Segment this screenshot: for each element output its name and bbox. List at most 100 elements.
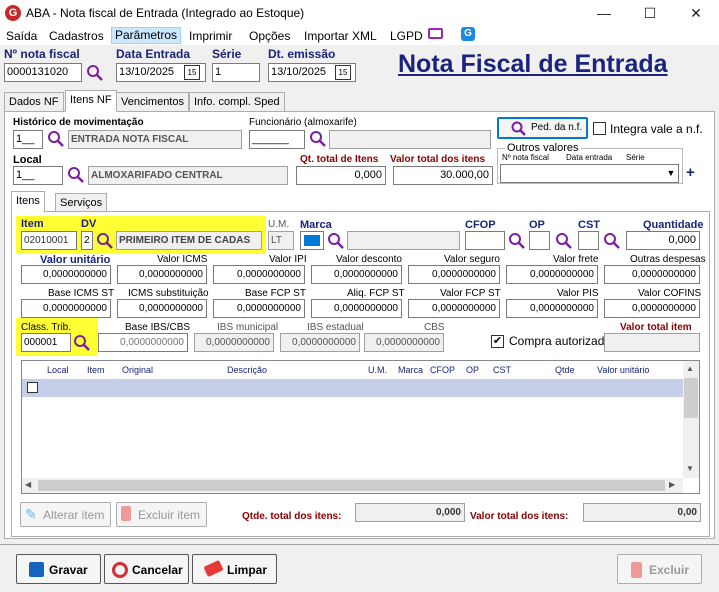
search-icon[interactable]: [47, 130, 65, 148]
grid-col-um[interactable]: U.M.: [368, 365, 387, 375]
scroll-right-icon[interactable]: ▶: [669, 480, 675, 489]
scroll-left-icon[interactable]: ◀: [25, 480, 31, 489]
grid-col-descricao[interactable]: Descrição: [227, 365, 267, 375]
menu-saida[interactable]: Saída: [6, 29, 37, 43]
g-app-icon[interactable]: G: [461, 27, 475, 41]
valor-pis-input[interactable]: 0,0000000000: [506, 299, 598, 318]
marca-input[interactable]: [300, 231, 324, 250]
valor-cofins-label: Valor COFINS: [638, 288, 702, 299]
menu-cadastros[interactable]: Cadastros: [49, 29, 104, 43]
search-icon[interactable]: [67, 166, 85, 184]
cbs-label: CBS: [424, 322, 445, 333]
tab-dados-nf[interactable]: Dados NF: [4, 92, 64, 112]
search-icon[interactable]: [327, 232, 345, 250]
serie-input[interactable]: 1: [212, 63, 260, 82]
search-icon[interactable]: [555, 232, 573, 250]
outros-header-data: Data entrada: [566, 153, 613, 162]
valor-fcp-st-input[interactable]: 0,0000000000: [408, 299, 500, 318]
integra-checkbox[interactable]: [593, 122, 606, 135]
compra-autorizada-checkbox[interactable]: ✔: [491, 335, 504, 348]
tab-info-sped[interactable]: Info. compl. Sped: [189, 92, 285, 112]
grid-col-item[interactable]: Item: [87, 365, 105, 375]
search-icon[interactable]: [309, 130, 327, 148]
chevron-down-icon[interactable]: ▼: [664, 165, 678, 182]
minimize-button[interactable]: —: [581, 0, 627, 26]
cfop-input[interactable]: [465, 231, 505, 250]
icms-subst-input[interactable]: 0,0000000000: [117, 299, 207, 318]
outras-despesas-input[interactable]: 0,0000000000: [604, 265, 700, 284]
page-title: Nota Fiscal de Entrada: [398, 50, 668, 78]
search-icon[interactable]: [508, 232, 526, 250]
valor-cofins-input[interactable]: 0,0000000000: [604, 299, 700, 318]
monitor-icon[interactable]: [428, 28, 443, 39]
app-logo-icon: G: [5, 5, 21, 21]
quantidade-input[interactable]: 0,000: [626, 231, 700, 250]
hist-desc: ENTRADA NOTA FISCAL: [68, 130, 242, 149]
search-icon[interactable]: [86, 64, 104, 82]
hscrollbar-thumb[interactable]: [38, 480, 665, 491]
grid-col-valor-unitario[interactable]: Valor unitário: [597, 365, 649, 375]
valor-seguro-input[interactable]: 0,0000000000: [408, 265, 500, 284]
class-trib-input[interactable]: 000001: [21, 333, 71, 352]
add-icon[interactable]: +: [686, 164, 695, 181]
valor-ipi-input[interactable]: 0,0000000000: [213, 265, 305, 284]
excluir-item-button[interactable]: Excluir item: [116, 502, 207, 527]
base-icms-st-input[interactable]: 0,0000000000: [21, 299, 111, 318]
grid-col-local[interactable]: Local: [47, 365, 69, 375]
nota-input[interactable]: 0000131020: [4, 63, 82, 82]
grid-col-qtde[interactable]: Qtde: [555, 365, 575, 375]
tab-itens-nf[interactable]: Itens NF: [65, 90, 117, 112]
valor-total-itens-label: Valor total dos itens:: [470, 511, 569, 522]
op-input[interactable]: [529, 231, 550, 250]
excluir-item-label: Excluir item: [138, 508, 201, 522]
valor-desconto-input[interactable]: 0,0000000000: [311, 265, 402, 284]
base-fcp-st-input[interactable]: 0,0000000000: [213, 299, 305, 318]
menu-parametros[interactable]: Parâmetros: [111, 27, 182, 44]
grid-col-cfop[interactable]: CFOP: [430, 365, 455, 375]
search-icon[interactable]: [603, 232, 621, 250]
dv-input[interactable]: 2: [81, 231, 93, 250]
scrollbar-thumb[interactable]: [684, 378, 698, 418]
ibs-municipal-value: 0,0000000000: [194, 333, 274, 352]
excluir-button[interactable]: Excluir: [617, 554, 702, 584]
row-checkbox[interactable]: [27, 382, 38, 393]
calendar-icon[interactable]: 15: [335, 65, 351, 80]
grid-col-marca[interactable]: Marca: [398, 365, 423, 375]
local-code-input[interactable]: 1__: [13, 166, 63, 185]
menu-opcoes[interactable]: Opções: [249, 29, 290, 43]
menu-importar-xml[interactable]: Importar XML: [304, 29, 377, 43]
quantidade-label: Quantidade: [643, 219, 704, 231]
item-input[interactable]: 02010001: [21, 231, 77, 250]
cancel-icon: [112, 562, 128, 578]
ped-nf-button[interactable]: Ped. da n.f.: [497, 117, 588, 139]
cancelar-button[interactable]: Cancelar: [104, 554, 189, 584]
valor-icms-input[interactable]: 0,0000000000: [117, 265, 207, 284]
table-row[interactable]: [22, 380, 683, 397]
search-icon[interactable]: [73, 334, 91, 352]
maximize-button[interactable]: ☐: [627, 0, 673, 26]
scroll-down-icon[interactable]: ▼: [686, 464, 694, 473]
limpar-button[interactable]: Limpar: [192, 554, 277, 584]
valor-unitario-input[interactable]: 0,0000000000: [21, 265, 111, 284]
aliq-fcp-st-input[interactable]: 0,0000000000: [311, 299, 402, 318]
search-icon[interactable]: [96, 232, 114, 250]
valor-frete-input[interactable]: 0,0000000000: [506, 265, 598, 284]
cst-input[interactable]: [578, 231, 599, 250]
grid-col-cst[interactable]: CST: [493, 365, 511, 375]
tab-itens[interactable]: Itens: [11, 191, 45, 213]
hist-code-input[interactable]: 1__: [13, 130, 43, 149]
tab-servicos[interactable]: Serviços: [55, 193, 108, 213]
close-button[interactable]: ✕: [673, 0, 719, 26]
scroll-up-icon[interactable]: ▲: [686, 364, 694, 373]
grid-col-original[interactable]: Original: [122, 365, 153, 375]
grid-col-op[interactable]: OP: [466, 365, 479, 375]
alterar-item-button[interactable]: ✎ Alterar item: [20, 502, 111, 527]
calendar-icon[interactable]: 15: [184, 65, 200, 80]
menu-imprimir[interactable]: Imprimir: [189, 29, 232, 43]
gravar-button[interactable]: Gravar: [16, 554, 101, 584]
func-code-input[interactable]: ______: [249, 130, 305, 149]
menu-lgpd[interactable]: LGPD: [390, 29, 423, 43]
outros-valores-select[interactable]: [500, 164, 679, 183]
tab-vencimentos[interactable]: Vencimentos: [116, 92, 189, 112]
base-ibs-cbs-input[interactable]: 0,0000000000: [98, 333, 188, 352]
